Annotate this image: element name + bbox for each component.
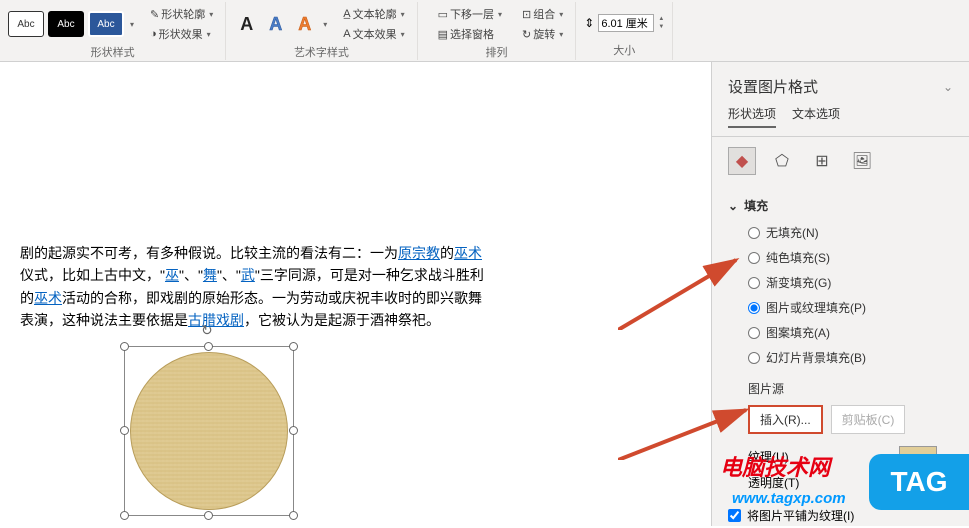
radio-picture-fill[interactable]: 图片或纹理填充(P) xyxy=(748,299,953,316)
effects-icon: ◑ xyxy=(150,28,157,40)
tab-text-options[interactable]: 文本选项 xyxy=(792,105,840,128)
radio-gradient-fill[interactable]: 渐变填充(G) xyxy=(748,274,953,291)
radio-solid-fill[interactable]: 纯色填充(S) xyxy=(748,249,953,266)
picture-source-label: 图片源 xyxy=(728,372,953,401)
wordart-preset-1[interactable]: A xyxy=(234,14,259,35)
selection-pane-button[interactable]: ▤选择窗格 xyxy=(434,24,506,44)
text-outline-button[interactable]: A̲文本轮廓▾ xyxy=(339,4,408,24)
wordart-preset-2[interactable]: A xyxy=(263,14,288,35)
tile-checkbox[interactable] xyxy=(728,509,741,522)
document-canvas[interactable]: 剧的起源实不可考，有多种假说。比较主流的看法有二：一为原宗教的巫术仪式，比如上古… xyxy=(0,62,711,526)
resize-handle[interactable] xyxy=(289,426,298,435)
ribbon: Abc Abc Abc ▾ ✎形状轮廓▾ ◑形状效果▾ 形状样式 A A A ▾… xyxy=(0,0,969,62)
panel-title: 设置图片格式 xyxy=(728,76,818,97)
radio-slide-bg-fill[interactable]: 幻灯片背景填充(B) xyxy=(748,349,953,366)
link-wu3[interactable]: 武 xyxy=(241,267,255,283)
group-label: 大小 xyxy=(613,42,635,58)
shape-styles-group: Abc Abc Abc ▾ ✎形状轮廓▾ ◑形状效果▾ 形状样式 xyxy=(0,2,226,60)
height-input[interactable] xyxy=(598,14,654,32)
size-tab-icon[interactable]: ⊞ xyxy=(808,147,836,175)
group-button[interactable]: ⊡组合▾ xyxy=(518,4,567,24)
shape-style-preset-2[interactable]: Abc xyxy=(48,11,84,37)
send-backward-icon: ▭ xyxy=(438,8,448,21)
link-religion[interactable]: 原宗教 xyxy=(398,245,440,261)
text-effects-button[interactable]: A文本效果▾ xyxy=(339,24,408,44)
clipboard-button[interactable]: 剪贴板(C) xyxy=(831,405,906,434)
text-effects-icon: A xyxy=(343,28,350,40)
size-group: ⇕ ▲ ▼ 大小 xyxy=(576,2,673,60)
resize-handle[interactable] xyxy=(289,511,298,520)
group-label: 排列 xyxy=(485,44,507,60)
rotate-handle[interactable]: ↻ xyxy=(201,322,217,338)
watermark-text-1: 电脑技术网 xyxy=(720,450,830,482)
resize-handle[interactable] xyxy=(204,342,213,351)
link-wu2[interactable]: 舞 xyxy=(203,267,217,283)
spinner-up[interactable]: ▲ xyxy=(658,15,664,23)
resize-handle[interactable] xyxy=(204,511,213,520)
link-wushu2[interactable]: 巫术 xyxy=(34,290,62,306)
resize-handle[interactable] xyxy=(120,342,129,351)
group-label: 艺术字样式 xyxy=(294,44,349,60)
selection-box xyxy=(124,346,294,516)
resize-handle[interactable] xyxy=(289,342,298,351)
radio-no-fill[interactable]: 无填充(N) xyxy=(748,224,953,241)
link-wu1[interactable]: 巫 xyxy=(165,267,179,283)
document-text: 剧的起源实不可考，有多种假说。比较主流的看法有二：一为原宗教的巫术仪式，比如上古… xyxy=(20,242,490,332)
selected-shape[interactable]: ↻ xyxy=(130,352,288,510)
link-wushu1[interactable]: 巫术 xyxy=(454,245,482,261)
radio-pattern-fill[interactable]: 图案填充(A) xyxy=(748,324,953,341)
picture-tab-icon[interactable]: 🖼 xyxy=(848,147,876,175)
tab-shape-options[interactable]: 形状选项 xyxy=(728,105,776,128)
fill-section-header[interactable]: ⌄ 填充 xyxy=(728,193,953,218)
shape-outline-button[interactable]: ✎形状轮廓▾ xyxy=(146,4,217,24)
tag-badge: TAG xyxy=(869,454,969,510)
rotate-icon: ↻ xyxy=(522,28,531,41)
insert-picture-button[interactable]: 插入(R)... xyxy=(748,405,823,434)
watermark-text-2: www.tagxp.com xyxy=(732,490,846,507)
send-backward-button[interactable]: ▭下移一层▾ xyxy=(434,4,506,24)
group-label: 形状样式 xyxy=(91,44,135,60)
resize-handle[interactable] xyxy=(120,426,129,435)
text-styles-group: A A A ▾ A̲文本轮廓▾ A文本效果▾ 艺术字样式 xyxy=(226,2,417,60)
text-outline-icon: A̲ xyxy=(343,8,350,20)
chevron-down-icon: ⌄ xyxy=(728,199,738,213)
tile-label: 将图片平铺为纹理(I) xyxy=(747,507,854,524)
effects-tab-icon[interactable]: ⬠ xyxy=(768,147,796,175)
fill-tab-icon[interactable]: ◆ xyxy=(728,147,756,175)
style-more-icon[interactable]: ▾ xyxy=(130,20,134,29)
pen-icon: ✎ xyxy=(150,8,159,21)
arrange-group: ▭下移一层▾ ▤选择窗格 ⊡组合▾ ↻旋转▾ 排列 xyxy=(418,2,577,60)
shape-style-preset-1[interactable]: Abc xyxy=(8,11,44,37)
shape-effects-button[interactable]: ◑形状效果▾ xyxy=(146,24,217,44)
rotate-button[interactable]: ↻旋转▾ xyxy=(518,24,567,44)
shape-style-preset-3[interactable]: Abc xyxy=(88,11,124,37)
wordart-more-icon[interactable]: ▾ xyxy=(323,20,327,29)
group-icon: ⊡ xyxy=(522,8,531,21)
spinner-down[interactable]: ▼ xyxy=(658,23,664,31)
height-icon: ⇕ xyxy=(584,16,594,30)
chevron-down-icon[interactable]: ⌄ xyxy=(943,80,953,94)
selection-pane-icon: ▤ xyxy=(438,28,448,41)
resize-handle[interactable] xyxy=(120,511,129,520)
wordart-preset-3[interactable]: A xyxy=(292,14,317,35)
